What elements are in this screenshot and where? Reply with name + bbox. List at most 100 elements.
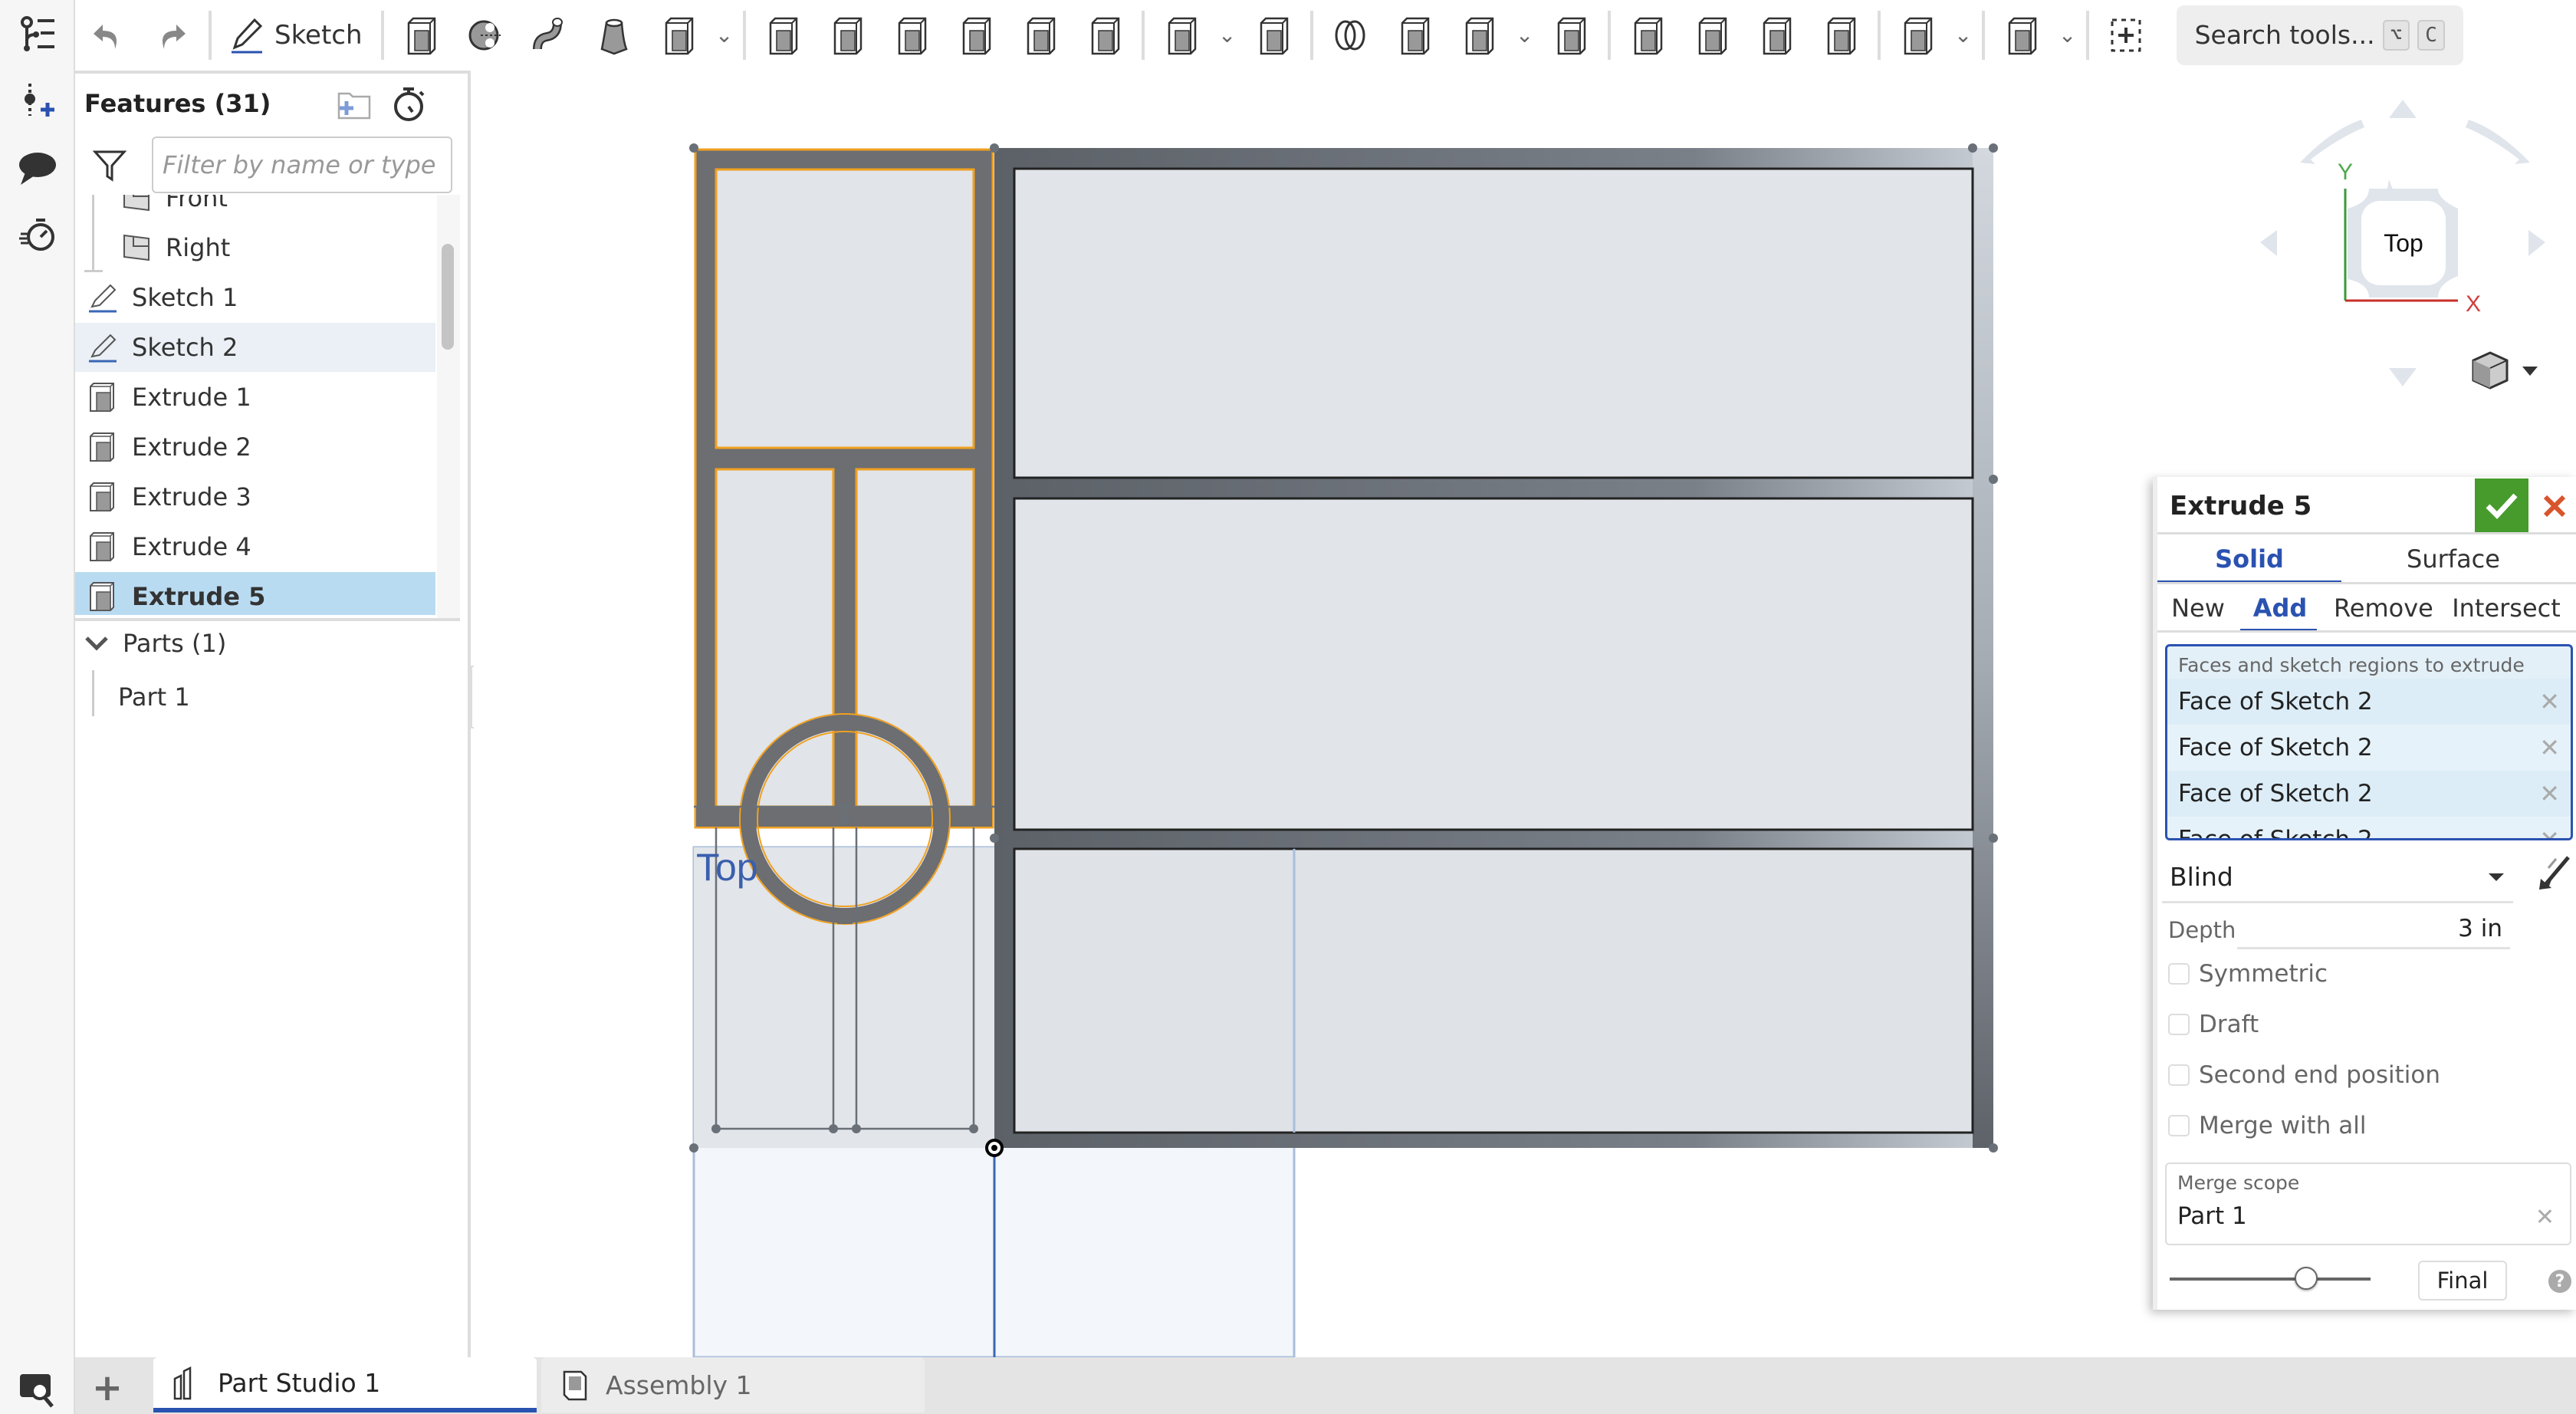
delete-face-tool-button[interactable] bbox=[1680, 3, 1744, 67]
pan-down-arrow[interactable] bbox=[2389, 368, 2417, 386]
remove-face-icon[interactable]: ✕ bbox=[2539, 825, 2560, 838]
plane-dropdown[interactable]: ⌄ bbox=[1950, 3, 1977, 67]
tab-solid[interactable]: Solid bbox=[2157, 544, 2341, 574]
help-icon[interactable]: ? bbox=[2548, 1270, 2571, 1293]
add-folder-icon[interactable] bbox=[336, 87, 374, 123]
feature-item[interactable]: Sketch 2 bbox=[75, 323, 435, 372]
rollback-slider[interactable] bbox=[2170, 1278, 2371, 1281]
feature-item[interactable]: Right bbox=[75, 223, 435, 272]
filter-input[interactable] bbox=[152, 136, 452, 193]
boolean-tool-button[interactable] bbox=[1318, 3, 1382, 67]
selected-face-item[interactable]: Face of Sketch 2 ✕ bbox=[2167, 679, 2571, 725]
transform-tool-button[interactable] bbox=[1447, 3, 1511, 67]
tab-assembly-1[interactable]: Assembly 1 bbox=[541, 1357, 925, 1412]
add-custom-feature-tool-button[interactable] bbox=[2094, 3, 2158, 67]
end-type-select[interactable]: Blind bbox=[2162, 853, 2513, 903]
linear-pattern-dropdown[interactable]: ⌄ bbox=[1214, 3, 1241, 67]
shell-tool-button[interactable] bbox=[1008, 3, 1073, 67]
option-symmetric-checkbox[interactable]: Symmetric bbox=[2168, 960, 2328, 988]
option-merge-with-all-checkbox[interactable]: Merge with all bbox=[2168, 1112, 2366, 1139]
feature-item[interactable]: Extrude 2 bbox=[75, 423, 435, 472]
feature-item[interactable]: Sketch 1 bbox=[75, 273, 435, 322]
split-tool-button[interactable] bbox=[1382, 3, 1447, 67]
selected-face-item[interactable]: Face of Sketch 2 ✕ bbox=[2167, 817, 2571, 838]
flip-direction-icon[interactable] bbox=[2538, 853, 2573, 896]
op-tab-add[interactable]: Add bbox=[2242, 594, 2318, 623]
op-tab-remove[interactable]: Remove bbox=[2334, 594, 2433, 623]
search-tools-button[interactable]: Search tools... ⌥ C bbox=[2176, 5, 2463, 65]
feature-tree-scroll-thumb[interactable] bbox=[442, 244, 454, 350]
add-tab-button[interactable]: + bbox=[84, 1365, 130, 1411]
feature-item[interactable]: Extrude 5 bbox=[75, 572, 435, 615]
merge-scope-box[interactable]: Merge scope Part 1 ✕ bbox=[2165, 1162, 2571, 1245]
plane-tool-button[interactable] bbox=[1885, 3, 1950, 67]
checkbox-box[interactable] bbox=[2168, 1014, 2190, 1035]
selected-face-item[interactable]: Face of Sketch 2 ✕ bbox=[2167, 725, 2571, 771]
sketch-button[interactable]: Sketch bbox=[216, 3, 376, 67]
rotate-left-arrow[interactable] bbox=[2300, 120, 2364, 164]
feature-item[interactable]: Extrude 4 bbox=[75, 522, 435, 571]
sweep-tool-button[interactable] bbox=[518, 3, 582, 67]
mate-connector-tool-button[interactable] bbox=[1990, 3, 2054, 67]
remove-face-icon[interactable]: ✕ bbox=[2539, 687, 2560, 716]
thicken-tool-button[interactable] bbox=[646, 3, 711, 67]
view-mode-cube-icon[interactable] bbox=[2472, 351, 2509, 390]
redo-button[interactable] bbox=[140, 3, 204, 67]
cancel-button[interactable] bbox=[2533, 478, 2576, 534]
feature-item[interactable]: Extrude 3 bbox=[75, 472, 435, 521]
modify-fillet-tool-button[interactable] bbox=[1615, 3, 1680, 67]
transform-dropdown[interactable]: ⌄ bbox=[1511, 3, 1539, 67]
final-button[interactable]: Final bbox=[2418, 1261, 2507, 1301]
pan-left-arrow[interactable] bbox=[2260, 230, 2277, 256]
move-face-tool-button[interactable] bbox=[1744, 3, 1809, 67]
thicken-dropdown[interactable]: ⌄ bbox=[711, 3, 738, 67]
view-mode-dropdown-icon[interactable] bbox=[2522, 367, 2538, 376]
checkbox-box[interactable] bbox=[2168, 963, 2190, 985]
replace-face-tool-button[interactable] bbox=[1809, 3, 1873, 67]
feature-list-icon[interactable] bbox=[11, 8, 64, 61]
draft-tool-button[interactable] bbox=[879, 3, 944, 67]
checkbox-box[interactable] bbox=[2168, 1115, 2190, 1136]
filter-icon[interactable] bbox=[92, 147, 130, 186]
loft-tool-button[interactable] bbox=[582, 3, 646, 67]
revolve-tool-button[interactable] bbox=[453, 3, 518, 67]
tab-part-studio-1[interactable]: Part Studio 1 bbox=[153, 1357, 537, 1412]
delete-part-tool-button[interactable] bbox=[1539, 3, 1603, 67]
depth-input[interactable]: 3 in bbox=[2237, 911, 2510, 949]
fillet-tool-button[interactable] bbox=[751, 3, 815, 67]
remove-face-icon[interactable]: ✕ bbox=[2539, 779, 2560, 808]
rotate-right-arrow[interactable] bbox=[2466, 120, 2530, 164]
insert-variable-icon[interactable] bbox=[11, 74, 64, 127]
faces-selection-box[interactable]: Faces and sketch regions to extrude Face… bbox=[2165, 644, 2573, 840]
remove-scope-icon[interactable]: ✕ bbox=[2535, 1204, 2555, 1231]
hole-tool-button[interactable] bbox=[1073, 3, 1137, 67]
remove-face-icon[interactable]: ✕ bbox=[2539, 733, 2560, 762]
checkbox-box[interactable] bbox=[2168, 1064, 2190, 1086]
accept-button[interactable] bbox=[2475, 478, 2528, 534]
search-part-icon[interactable] bbox=[17, 1368, 60, 1411]
mirror-tool-button[interactable] bbox=[1241, 3, 1306, 67]
linear-pattern-tool-button[interactable] bbox=[1149, 3, 1214, 67]
chamfer-tool-button[interactable] bbox=[815, 3, 879, 67]
rollback-timer-icon[interactable] bbox=[389, 84, 428, 123]
pan-up-arrow[interactable] bbox=[2389, 100, 2417, 118]
option-second-end-position-checkbox[interactable]: Second end position bbox=[2168, 1061, 2440, 1089]
comments-icon[interactable] bbox=[11, 141, 64, 195]
selected-face-item[interactable]: Face of Sketch 2 ✕ bbox=[2167, 771, 2571, 817]
extrude-tool-button[interactable] bbox=[389, 3, 453, 67]
part-item[interactable]: Part 1 bbox=[118, 682, 190, 712]
tab-surface[interactable]: Surface bbox=[2354, 544, 2553, 574]
op-tab-new[interactable]: New bbox=[2168, 594, 2228, 623]
undo-button[interactable] bbox=[75, 3, 140, 67]
feature-item[interactable]: Front bbox=[75, 195, 435, 222]
mate-connector-dropdown[interactable]: ⌄ bbox=[2054, 3, 2082, 67]
rib-tool-button[interactable] bbox=[944, 3, 1008, 67]
op-tab-intersect[interactable]: Intersect bbox=[2441, 594, 2571, 623]
rollback-slider-thumb[interactable] bbox=[2295, 1267, 2318, 1290]
parts-header[interactable]: Parts (1) bbox=[84, 629, 226, 658]
view-cube[interactable]: Y X Top bbox=[2254, 77, 2576, 399]
feature-item[interactable]: Extrude 1 bbox=[75, 373, 435, 422]
pan-right-arrow[interactable] bbox=[2528, 230, 2545, 256]
option-draft-checkbox[interactable]: Draft bbox=[2168, 1011, 2259, 1038]
rollback-history-icon[interactable] bbox=[11, 207, 64, 261]
